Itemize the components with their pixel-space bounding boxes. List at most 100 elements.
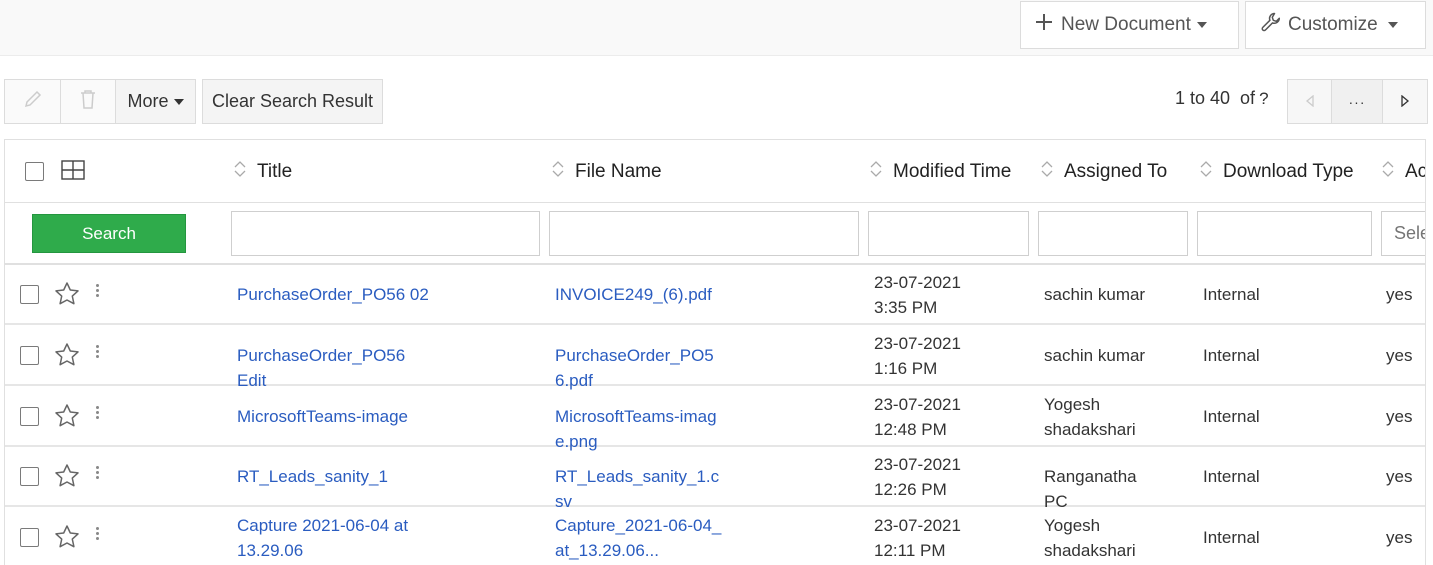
row-checkbox[interactable] (20, 285, 39, 304)
file-name-link[interactable]: PurchaseOrder_PO56.pdf (555, 343, 725, 393)
range-text: 1 to 40 (1175, 88, 1231, 108)
row-checkbox[interactable] (20, 528, 39, 547)
table-row: RT_Leads_sanity_1 RT_Leads_sanity_1.csv 23… (5, 447, 1425, 511)
clear-search-label: Clear Search Result (211, 91, 374, 111)
download-type-filter-input[interactable] (1197, 211, 1372, 256)
column-header-assigned-to[interactable]: Assigned To (1041, 160, 1167, 184)
star-icon[interactable] (54, 463, 80, 494)
modified-time: 12:48 PM (874, 420, 947, 439)
column-label: File Name (575, 161, 662, 182)
column-header-title[interactable]: Title (234, 160, 292, 184)
document-title-link[interactable]: MicrosoftTeams-image (237, 404, 437, 429)
delete-button[interactable] (60, 79, 116, 124)
row-menu-icon[interactable] (96, 345, 100, 360)
star-icon[interactable] (54, 342, 80, 373)
plus-icon (1035, 13, 1053, 37)
row-menu-icon[interactable] (96, 527, 100, 542)
row-menu-icon[interactable] (96, 406, 100, 421)
column-header-active[interactable]: Ac (1382, 160, 1426, 184)
download-type-cell: Internal (1203, 285, 1260, 304)
new-document-label: New Document (1061, 14, 1191, 35)
modified-date: 23-07-2021 (874, 334, 961, 353)
table-row: PurchaseOrder_PO56 Edit PurchaseOrder_PO5… (5, 326, 1425, 390)
modified-time: 12:26 PM (874, 480, 947, 499)
download-type-cell: Internal (1203, 346, 1260, 365)
filter-row: Search (5, 203, 1425, 265)
column-label: Download Type (1223, 161, 1354, 182)
modified-time-cell: 23-07-2021 12:48 PM (874, 392, 961, 442)
assigned-to-cell: Yogesh shadakshari (1044, 395, 1136, 439)
active-cell: yes (1386, 528, 1413, 547)
previous-page-button[interactable] (1287, 79, 1332, 124)
more-button[interactable]: More (115, 79, 196, 124)
modified-time: 3:35 PM (874, 298, 938, 317)
document-title-link[interactable]: RT_Leads_sanity_1 (237, 464, 437, 489)
column-label: Title (257, 161, 293, 182)
pagination-count: 1 to 40 of ? (1175, 88, 1269, 109)
new-document-button[interactable]: New Document (1020, 1, 1239, 49)
document-title-link[interactable]: PurchaseOrder_PO56 Edit (237, 343, 437, 393)
star-icon[interactable] (54, 403, 80, 434)
modified-time: 1:16 PM (874, 359, 938, 378)
column-header-download-type[interactable]: Download Type (1200, 160, 1354, 184)
more-pages-button[interactable]: ··· (1331, 79, 1383, 124)
edit-button[interactable] (4, 79, 61, 124)
wrench-icon (1260, 11, 1282, 39)
active-cell: yes (1386, 346, 1413, 365)
table-header: Title File Name Modified Time Assigned T… (5, 140, 1426, 203)
chevron-right-icon (1400, 92, 1410, 112)
clear-search-result-button[interactable]: Clear Search Result (202, 79, 383, 124)
modified-time-cell: 23-07-2021 12:11 PM (874, 513, 961, 563)
assigned-to-cell: Ranganatha PC (1044, 467, 1137, 511)
select-all-checkbox[interactable] (25, 162, 44, 181)
assigned-to-filter-input[interactable] (1038, 211, 1188, 256)
assigned-to-cell: sachin kumar (1044, 285, 1146, 304)
sort-icon (870, 160, 882, 184)
modified-time: 12:11 PM (874, 541, 946, 560)
row-menu-icon[interactable] (96, 284, 100, 299)
next-page-button[interactable] (1382, 79, 1428, 124)
document-title-link[interactable]: PurchaseOrder_PO56 02 (237, 282, 437, 307)
download-type-cell: Internal (1203, 407, 1260, 426)
file-name-link[interactable]: INVOICE249_(6).pdf (555, 282, 725, 307)
star-icon[interactable] (54, 524, 80, 555)
file-name-link[interactable]: Capture_2021-06-04_at_13.29.06... (555, 513, 725, 563)
column-chooser-icon[interactable] (61, 160, 85, 185)
column-label: Ac (1405, 161, 1426, 182)
column-label: Assigned To (1064, 161, 1168, 182)
active-cell: yes (1386, 285, 1413, 304)
column-label: Modified Time (893, 161, 1012, 182)
assigned-to-cell: Yogesh shadakshari (1044, 516, 1136, 560)
column-header-file-name[interactable]: File Name (552, 160, 662, 184)
sort-icon (1382, 160, 1394, 184)
download-type-cell: Internal (1203, 528, 1260, 547)
download-type-cell: Internal (1203, 467, 1260, 486)
row-checkbox[interactable] (20, 467, 39, 486)
row-menu-icon[interactable] (96, 466, 100, 481)
table-row: PurchaseOrder_PO56 02 INVOICE249_(6).pdf 2… (5, 265, 1425, 325)
title-filter-input[interactable] (231, 211, 540, 256)
modified-time-cell: 23-07-2021 1:16 PM (874, 331, 961, 381)
row-checkbox[interactable] (20, 407, 39, 426)
trash-icon (78, 88, 98, 115)
document-title-link[interactable]: Capture 2021-06-04 at 13.29.06 (237, 513, 437, 563)
active-filter-select[interactable] (1381, 211, 1425, 256)
chevron-down-icon (173, 98, 184, 105)
documents-table: Title File Name Modified Time Assigned T… (4, 139, 1426, 565)
pencil-icon (22, 88, 44, 115)
top-bar: New Document Customize (0, 0, 1433, 56)
of-text: of (1240, 88, 1256, 108)
search-button[interactable]: Search (32, 214, 186, 253)
sort-icon (1200, 160, 1212, 184)
sort-icon (552, 160, 564, 184)
row-checkbox[interactable] (20, 346, 39, 365)
chevron-left-icon (1305, 92, 1315, 112)
file-name-filter-input[interactable] (549, 211, 859, 256)
customize-button[interactable]: Customize (1245, 1, 1426, 49)
total-unknown-icon[interactable]: ? (1259, 89, 1268, 109)
modified-time-cell: 23-07-2021 12:26 PM (874, 452, 961, 502)
star-icon[interactable] (54, 281, 80, 312)
modified-time-filter-input[interactable] (868, 211, 1029, 256)
column-header-modified-time[interactable]: Modified Time (870, 160, 1011, 184)
file-name-link[interactable]: RT_Leads_sanity_1.csv (555, 464, 725, 514)
